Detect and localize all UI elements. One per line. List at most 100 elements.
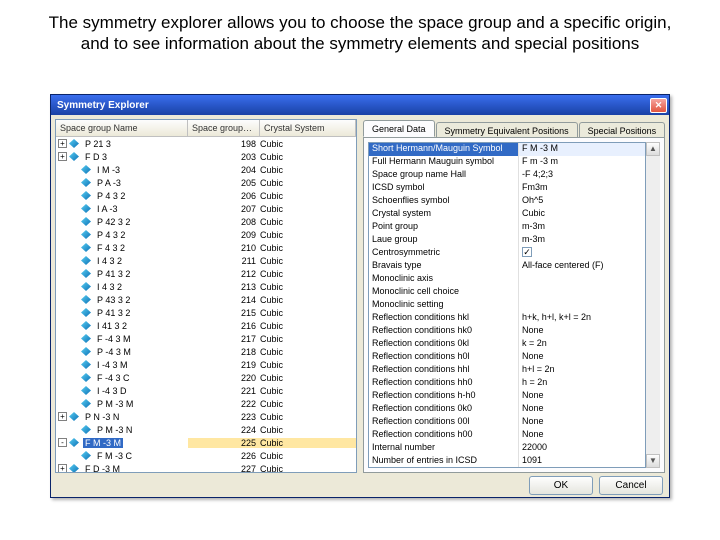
property-value: None xyxy=(519,390,645,403)
list-item[interactable]: F M -3 C226Cubic xyxy=(56,449,356,462)
list-item[interactable]: +F D 3203Cubic xyxy=(56,150,356,163)
scroll-down-icon[interactable]: ▼ xyxy=(646,454,660,468)
collapse-icon[interactable]: - xyxy=(58,438,67,447)
crystal-system: Cubic xyxy=(260,217,356,227)
tab-general-data[interactable]: General Data xyxy=(363,120,435,137)
tab-special-positions[interactable]: Special Positions xyxy=(579,122,666,137)
list-item[interactable]: I 4 3 2213Cubic xyxy=(56,280,356,293)
property-row[interactable]: Reflection conditions h0lNone xyxy=(369,351,645,364)
spacegroup-number: 219 xyxy=(188,360,260,370)
spacegroup-name: P 42 3 2 xyxy=(95,217,132,227)
list-item[interactable]: P 41 3 2212Cubic xyxy=(56,267,356,280)
property-row[interactable]: Centrosymmetric✓ xyxy=(369,247,645,260)
spacegroup-icon xyxy=(81,359,92,370)
spacegroup-number: 209 xyxy=(188,230,260,240)
list-item[interactable]: P 41 3 2215Cubic xyxy=(56,306,356,319)
list-item[interactable]: +P N -3 N223Cubic xyxy=(56,410,356,423)
list-item[interactable]: I -4 3 M219Cubic xyxy=(56,358,356,371)
col-header-name[interactable]: Space group Name xyxy=(56,120,188,137)
property-row[interactable]: Reflection conditions hk0None xyxy=(369,325,645,338)
list-item[interactable]: P M -3 N224Cubic xyxy=(56,423,356,436)
cancel-button[interactable]: Cancel xyxy=(599,476,663,495)
spacegroup-icon xyxy=(81,307,92,318)
list-item[interactable]: -F M -3 M225Cubic xyxy=(56,436,356,449)
list-item[interactable]: F -4 3 M217Cubic xyxy=(56,332,356,345)
list-item[interactable]: P -4 3 M218Cubic xyxy=(56,345,356,358)
scroll-up-icon[interactable]: ▲ xyxy=(646,142,660,156)
property-row[interactable]: Number of entries in ICSD1091 xyxy=(369,455,645,468)
property-row[interactable]: Laue groupm-3m xyxy=(369,234,645,247)
property-row[interactable]: Reflection conditions hh0h = 2n xyxy=(369,377,645,390)
property-row[interactable]: Monoclinic setting xyxy=(369,299,645,312)
property-row[interactable]: Bravais typeAll-face centered (F) xyxy=(369,260,645,273)
expand-icon[interactable]: + xyxy=(58,139,67,148)
spacegroup-number: 208 xyxy=(188,217,260,227)
list-item[interactable]: I A -3207Cubic xyxy=(56,202,356,215)
property-row[interactable]: Reflection conditions hhlh+l = 2n xyxy=(369,364,645,377)
property-row[interactable]: ICSD symbolFm3m xyxy=(369,182,645,195)
list-item[interactable]: +P 21 3198Cubic xyxy=(56,137,356,150)
property-row[interactable]: Space group name Hall-F 4;2;3 xyxy=(369,169,645,182)
list-item[interactable]: I M -3204Cubic xyxy=(56,163,356,176)
spacegroup-icon xyxy=(81,229,92,240)
property-value: m-3m xyxy=(519,234,645,247)
list-item[interactable]: +F D -3 M227Cubic xyxy=(56,462,356,472)
spacegroup-number: 213 xyxy=(188,282,260,292)
expand-icon[interactable]: + xyxy=(58,464,67,472)
col-header-number[interactable]: Space group… xyxy=(188,120,260,137)
window-title: Symmetry Explorer xyxy=(57,100,650,111)
list-item[interactable]: P M -3 M222Cubic xyxy=(56,397,356,410)
expand-icon[interactable]: + xyxy=(58,152,67,161)
property-row[interactable]: Reflection conditions h00None xyxy=(369,429,645,442)
close-icon[interactable]: ✕ xyxy=(650,98,667,113)
list-item[interactable]: F -4 3 C220Cubic xyxy=(56,371,356,384)
tab-strip: General DataSymmetry Equivalent Position… xyxy=(363,119,665,137)
list-item[interactable]: P A -3205Cubic xyxy=(56,176,356,189)
property-row[interactable]: Internal number22000 xyxy=(369,442,645,455)
property-key: Reflection conditions hk0 xyxy=(369,325,519,338)
list-item[interactable]: P 4 3 2206Cubic xyxy=(56,189,356,202)
property-value xyxy=(519,299,645,312)
property-row[interactable]: Reflection conditions 00lNone xyxy=(369,416,645,429)
property-row[interactable]: Point groupm-3m xyxy=(369,221,645,234)
ok-button[interactable]: OK xyxy=(529,476,593,495)
property-list[interactable]: Short Hermann/Mauguin SymbolF M -3 MFull… xyxy=(368,142,646,468)
crystal-system: Cubic xyxy=(260,451,356,461)
tab-symmetry-equivalent-positions[interactable]: Symmetry Equivalent Positions xyxy=(436,122,578,137)
spacegroup-icon xyxy=(81,164,92,175)
property-value xyxy=(519,273,645,286)
property-row[interactable]: Monoclinic cell choice xyxy=(369,286,645,299)
expand-icon[interactable]: + xyxy=(58,412,67,421)
spacegroup-number: 226 xyxy=(188,451,260,461)
list-item[interactable]: P 4 3 2209Cubic xyxy=(56,228,356,241)
property-row[interactable]: Crystal systemCubic xyxy=(369,208,645,221)
property-value: ✓ xyxy=(519,247,645,260)
list-item[interactable]: F 4 3 2210Cubic xyxy=(56,241,356,254)
list-item[interactable]: I 4 3 2211Cubic xyxy=(56,254,356,267)
scrollbar[interactable]: ▲ ▼ xyxy=(646,142,660,468)
spacegroup-name: F D 3 xyxy=(83,152,109,162)
property-row[interactable]: Monoclinic axis xyxy=(369,273,645,286)
property-key: Point group xyxy=(369,221,519,234)
spacegroup-name: P A -3 xyxy=(95,178,123,188)
list-item[interactable]: I -4 3 D221Cubic xyxy=(56,384,356,397)
spacegroup-number: 218 xyxy=(188,347,260,357)
property-key: Monoclinic setting xyxy=(369,299,519,312)
property-row[interactable]: Reflection conditions hklh+k, h+l, k+l =… xyxy=(369,312,645,325)
list-item[interactable]: I 41 3 2216Cubic xyxy=(56,319,356,332)
caption-text: The symmetry explorer allows you to choo… xyxy=(0,0,720,65)
property-row[interactable]: Reflection conditions 0klk = 2n xyxy=(369,338,645,351)
splitter[interactable] xyxy=(358,119,362,473)
crystal-system: Cubic xyxy=(260,191,356,201)
property-row[interactable]: Short Hermann/Mauguin SymbolF M -3 M xyxy=(369,143,645,156)
col-header-system[interactable]: Crystal System xyxy=(260,120,356,137)
property-row[interactable]: Reflection conditions 0k0None xyxy=(369,403,645,416)
property-row[interactable]: Schoenflies symbolOh^5 xyxy=(369,195,645,208)
spacegroup-icon xyxy=(81,255,92,266)
tree-body[interactable]: +P 21 3198Cubic+F D 3203CubicI M -3204Cu… xyxy=(56,137,356,472)
property-row[interactable]: Reflection conditions h-h0None xyxy=(369,390,645,403)
list-item[interactable]: P 43 3 2214Cubic xyxy=(56,293,356,306)
list-item[interactable]: P 42 3 2 208Cubic xyxy=(56,215,356,228)
property-row[interactable]: Full Hermann Mauguin symbolF m -3 m xyxy=(369,156,645,169)
titlebar[interactable]: Symmetry Explorer ✕ xyxy=(51,95,669,115)
